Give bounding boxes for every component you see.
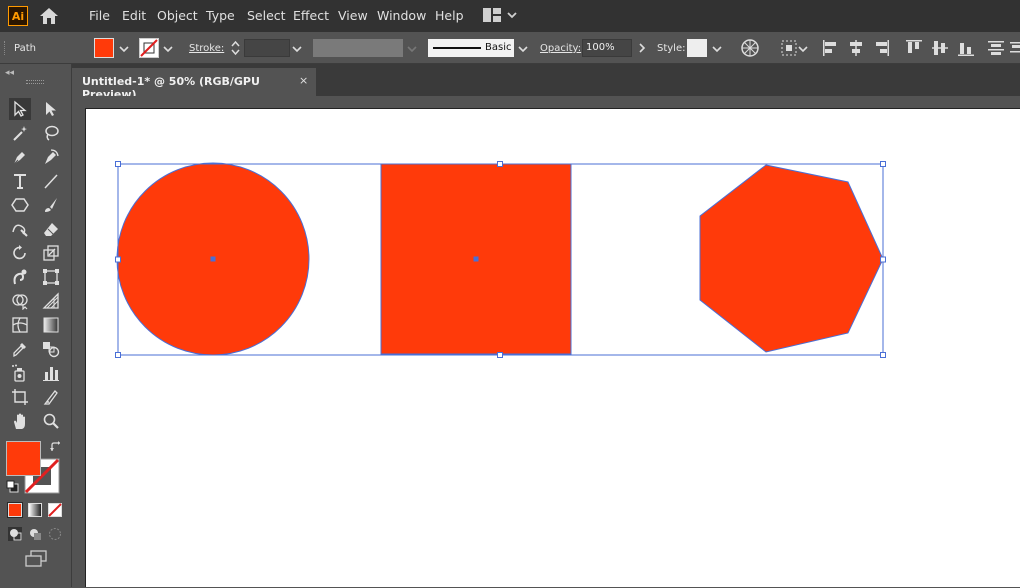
stroke-label: Stroke: [189, 43, 225, 54]
canvas-area[interactable] [73, 96, 1020, 587]
panel-grip[interactable] [26, 80, 44, 84]
artboard[interactable] [85, 108, 1020, 587]
gradient-mode-button[interactable] [28, 503, 42, 517]
collapse-panel-icon[interactable]: ◂◂ [5, 68, 14, 78]
gradient-tool-icon[interactable] [40, 314, 62, 336]
draw-inside-icon[interactable] [48, 527, 62, 541]
chevron-down-icon[interactable] [406, 44, 418, 54]
center-point [210, 256, 216, 262]
artwork[interactable] [86, 109, 1020, 588]
free-transform-tool-icon[interactable] [40, 266, 62, 288]
shaper-tool-icon[interactable] [9, 218, 31, 240]
align-horizontal-center-icon[interactable] [848, 39, 864, 57]
lasso-tool-icon[interactable] [40, 122, 62, 144]
artboard-tool-icon[interactable] [9, 386, 31, 408]
perspective-grid-tool-icon[interactable] [40, 290, 62, 312]
color-mode-button[interactable] [7, 502, 23, 518]
fill-color-chip [7, 442, 40, 475]
chevron-right-icon[interactable] [636, 43, 648, 53]
center-point [473, 256, 479, 262]
blend-tool-icon[interactable] [40, 338, 62, 360]
distribute-top-icon[interactable] [987, 39, 1005, 57]
stepper-icon[interactable] [229, 39, 242, 57]
eraser-tool-icon[interactable] [40, 218, 62, 240]
hand-tool-icon[interactable] [9, 410, 31, 432]
chevron-down-icon[interactable] [517, 44, 529, 54]
draw-normal-icon[interactable] [8, 527, 22, 541]
chevron-down-icon[interactable] [797, 44, 809, 54]
screen-mode-icon[interactable] [24, 550, 48, 568]
selection-tool-icon[interactable] [9, 98, 31, 120]
align-top-icon[interactable] [905, 39, 923, 57]
style-label: Style: [657, 43, 686, 54]
magic-wand-tool-icon[interactable] [9, 122, 31, 144]
menu-edit[interactable]: Edit [122, 8, 146, 23]
stroke-swatch-icon[interactable] [139, 38, 159, 58]
line-segment-tool-icon[interactable] [40, 170, 62, 192]
curvature-tool-icon[interactable] [40, 146, 62, 168]
align-vertical-center-icon[interactable] [931, 39, 949, 57]
graphic-style-swatch[interactable] [687, 39, 707, 57]
default-fill-stroke-icon[interactable] [6, 480, 19, 493]
document-tab[interactable]: Untitled-1* @ 50% (RGB/GPU Preview) × [72, 68, 316, 101]
none-mode-button[interactable] [48, 503, 62, 517]
opacity-label[interactable]: Opacity: [540, 43, 581, 54]
variable-width-profile[interactable] [313, 39, 403, 57]
menu-object[interactable]: Object [157, 8, 198, 23]
menu-effect[interactable]: Effect [293, 8, 329, 23]
chevron-down-icon[interactable] [291, 44, 303, 54]
fill-color-swatch[interactable] [6, 441, 41, 476]
direct-selection-tool-icon[interactable] [40, 98, 62, 120]
chevron-down-icon[interactable] [118, 44, 130, 54]
heptagon-shape[interactable] [699, 164, 884, 353]
warp-tool-icon[interactable] [9, 266, 31, 288]
brush-stroke-preview [433, 47, 481, 49]
stroke-weight-field[interactable] [244, 39, 290, 57]
close-icon[interactable]: × [299, 74, 308, 87]
workspace-switcher-icon[interactable] [483, 8, 501, 22]
menu-window[interactable]: Window [377, 8, 426, 23]
scale-tool-icon[interactable] [40, 242, 62, 264]
type-tool-icon[interactable] [9, 170, 31, 192]
paintbrush-tool-icon[interactable] [40, 194, 62, 216]
column-graph-tool-icon[interactable] [40, 362, 62, 384]
fill-swatch[interactable] [94, 38, 114, 58]
distribute-center-icon[interactable] [1010, 39, 1020, 57]
align-bottom-icon[interactable] [957, 39, 975, 57]
recolor-artwork-icon[interactable] [741, 39, 759, 57]
chevron-down-icon[interactable] [711, 44, 723, 54]
grip-handle[interactable] [4, 41, 7, 55]
rotate-tool-icon[interactable] [9, 242, 31, 264]
menu-select[interactable]: Select [247, 8, 286, 23]
opacity-field[interactable]: 100% [582, 39, 632, 57]
brush-label: Basic [485, 42, 512, 53]
shape-tool-icon[interactable] [9, 194, 31, 216]
tools-panel: ◂◂ [0, 64, 72, 587]
chevron-down-icon[interactable] [162, 44, 174, 54]
menu-view[interactable]: View [338, 8, 368, 23]
pen-tool-icon[interactable] [9, 146, 31, 168]
menu-file[interactable]: File [89, 8, 110, 23]
shape-builder-tool-icon[interactable] [9, 290, 31, 312]
brush-definition-field[interactable]: Basic [428, 39, 514, 57]
draw-behind-icon[interactable] [28, 527, 42, 541]
document-tab-bar: Untitled-1* @ 50% (RGB/GPU Preview) × [72, 64, 1020, 101]
swap-fill-stroke-icon[interactable] [49, 440, 63, 454]
control-bar: Path Stroke: Basic Opacity: 100% Style: [0, 32, 1020, 64]
menu-type[interactable]: Type [206, 8, 235, 23]
opacity-value: 100% [586, 42, 615, 53]
symbol-sprayer-tool-icon[interactable] [9, 362, 31, 384]
align-left-icon[interactable] [822, 39, 838, 57]
align-right-icon[interactable] [874, 39, 890, 57]
menu-bar: Ai File Edit Object Type Select Effect V… [0, 0, 1020, 32]
zoom-tool-icon[interactable] [40, 410, 62, 432]
eyedropper-tool-icon[interactable] [9, 338, 31, 360]
mesh-tool-icon[interactable] [9, 314, 31, 336]
selection-type-label: Path [14, 43, 36, 54]
chevron-down-icon[interactable] [506, 9, 518, 21]
slice-tool-icon[interactable] [40, 386, 62, 408]
app-logo: Ai [8, 6, 28, 26]
home-icon[interactable] [38, 6, 60, 26]
menu-help[interactable]: Help [435, 8, 464, 23]
